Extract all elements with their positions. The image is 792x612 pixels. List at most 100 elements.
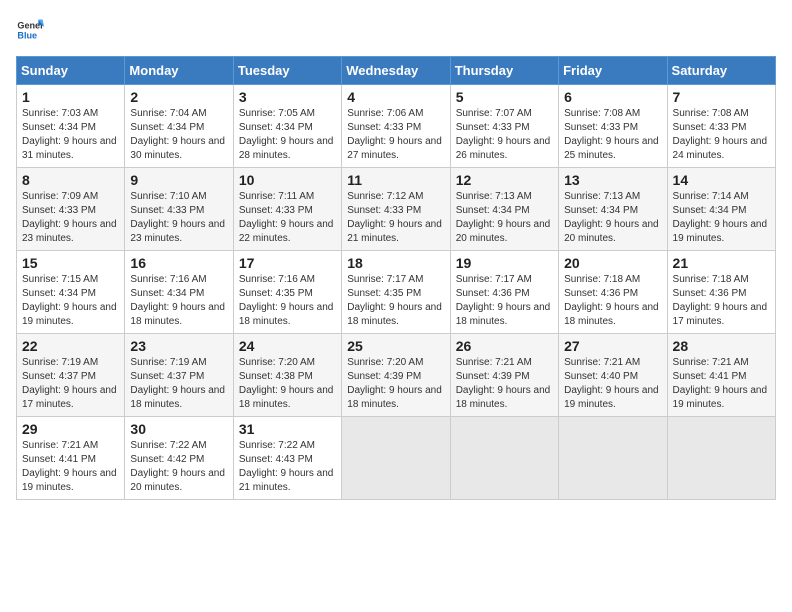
day-number: 26 (456, 338, 553, 354)
day-info: Sunrise: 7:22 AMSunset: 4:43 PMDaylight:… (239, 440, 334, 493)
calendar-cell (667, 417, 775, 500)
calendar-cell (559, 417, 667, 500)
calendar-cell: 4 Sunrise: 7:06 AMSunset: 4:33 PMDayligh… (342, 85, 450, 168)
calendar-cell: 7 Sunrise: 7:08 AMSunset: 4:33 PMDayligh… (667, 85, 775, 168)
day-number: 8 (22, 172, 119, 188)
calendar-week-row: 29 Sunrise: 7:21 AMSunset: 4:41 PMDaylig… (17, 417, 776, 500)
calendar-cell: 14 Sunrise: 7:14 AMSunset: 4:34 PMDaylig… (667, 168, 775, 251)
calendar-week-row: 15 Sunrise: 7:15 AMSunset: 4:34 PMDaylig… (17, 251, 776, 334)
header: General Blue (16, 16, 776, 44)
day-info: Sunrise: 7:20 AMSunset: 4:39 PMDaylight:… (347, 357, 442, 410)
weekday-header-row: SundayMondayTuesdayWednesdayThursdayFrid… (17, 57, 776, 85)
day-number: 15 (22, 255, 119, 271)
day-number: 25 (347, 338, 444, 354)
calendar-week-row: 1 Sunrise: 7:03 AMSunset: 4:34 PMDayligh… (17, 85, 776, 168)
calendar-cell: 26 Sunrise: 7:21 AMSunset: 4:39 PMDaylig… (450, 334, 558, 417)
calendar-cell: 2 Sunrise: 7:04 AMSunset: 4:34 PMDayligh… (125, 85, 233, 168)
weekday-header-thursday: Thursday (450, 57, 558, 85)
day-number: 18 (347, 255, 444, 271)
day-info: Sunrise: 7:19 AMSunset: 4:37 PMDaylight:… (22, 357, 117, 410)
day-number: 2 (130, 89, 227, 105)
day-info: Sunrise: 7:14 AMSunset: 4:34 PMDaylight:… (673, 191, 768, 244)
calendar-cell: 18 Sunrise: 7:17 AMSunset: 4:35 PMDaylig… (342, 251, 450, 334)
weekday-header-tuesday: Tuesday (233, 57, 341, 85)
calendar-cell: 24 Sunrise: 7:20 AMSunset: 4:38 PMDaylig… (233, 334, 341, 417)
day-number: 24 (239, 338, 336, 354)
calendar-cell: 21 Sunrise: 7:18 AMSunset: 4:36 PMDaylig… (667, 251, 775, 334)
logo: General Blue (16, 16, 44, 44)
day-number: 28 (673, 338, 770, 354)
day-info: Sunrise: 7:13 AMSunset: 4:34 PMDaylight:… (564, 191, 659, 244)
calendar-cell: 19 Sunrise: 7:17 AMSunset: 4:36 PMDaylig… (450, 251, 558, 334)
day-info: Sunrise: 7:16 AMSunset: 4:35 PMDaylight:… (239, 274, 334, 327)
calendar-cell: 15 Sunrise: 7:15 AMSunset: 4:34 PMDaylig… (17, 251, 125, 334)
day-info: Sunrise: 7:20 AMSunset: 4:38 PMDaylight:… (239, 357, 334, 410)
day-number: 27 (564, 338, 661, 354)
calendar-table: SundayMondayTuesdayWednesdayThursdayFrid… (16, 56, 776, 500)
day-number: 7 (673, 89, 770, 105)
day-info: Sunrise: 7:11 AMSunset: 4:33 PMDaylight:… (239, 191, 334, 244)
day-number: 16 (130, 255, 227, 271)
day-number: 9 (130, 172, 227, 188)
day-number: 13 (564, 172, 661, 188)
day-info: Sunrise: 7:10 AMSunset: 4:33 PMDaylight:… (130, 191, 225, 244)
day-info: Sunrise: 7:21 AMSunset: 4:39 PMDaylight:… (456, 357, 551, 410)
calendar-cell: 3 Sunrise: 7:05 AMSunset: 4:34 PMDayligh… (233, 85, 341, 168)
day-info: Sunrise: 7:21 AMSunset: 4:41 PMDaylight:… (22, 440, 117, 493)
calendar-cell: 29 Sunrise: 7:21 AMSunset: 4:41 PMDaylig… (17, 417, 125, 500)
day-number: 3 (239, 89, 336, 105)
calendar-cell: 12 Sunrise: 7:13 AMSunset: 4:34 PMDaylig… (450, 168, 558, 251)
calendar-cell: 16 Sunrise: 7:16 AMSunset: 4:34 PMDaylig… (125, 251, 233, 334)
calendar-cell: 8 Sunrise: 7:09 AMSunset: 4:33 PMDayligh… (17, 168, 125, 251)
calendar-cell: 9 Sunrise: 7:10 AMSunset: 4:33 PMDayligh… (125, 168, 233, 251)
calendar-cell: 22 Sunrise: 7:19 AMSunset: 4:37 PMDaylig… (17, 334, 125, 417)
calendar-cell: 25 Sunrise: 7:20 AMSunset: 4:39 PMDaylig… (342, 334, 450, 417)
calendar-body: 1 Sunrise: 7:03 AMSunset: 4:34 PMDayligh… (17, 85, 776, 500)
day-info: Sunrise: 7:03 AMSunset: 4:34 PMDaylight:… (22, 108, 117, 161)
calendar-week-row: 8 Sunrise: 7:09 AMSunset: 4:33 PMDayligh… (17, 168, 776, 251)
day-info: Sunrise: 7:18 AMSunset: 4:36 PMDaylight:… (564, 274, 659, 327)
weekday-header-wednesday: Wednesday (342, 57, 450, 85)
weekday-header-friday: Friday (559, 57, 667, 85)
calendar-cell: 17 Sunrise: 7:16 AMSunset: 4:35 PMDaylig… (233, 251, 341, 334)
calendar-cell: 31 Sunrise: 7:22 AMSunset: 4:43 PMDaylig… (233, 417, 341, 500)
day-number: 1 (22, 89, 119, 105)
calendar-cell (450, 417, 558, 500)
day-number: 31 (239, 421, 336, 437)
day-info: Sunrise: 7:06 AMSunset: 4:33 PMDaylight:… (347, 108, 442, 161)
day-info: Sunrise: 7:15 AMSunset: 4:34 PMDaylight:… (22, 274, 117, 327)
day-number: 23 (130, 338, 227, 354)
day-number: 4 (347, 89, 444, 105)
day-info: Sunrise: 7:21 AMSunset: 4:40 PMDaylight:… (564, 357, 659, 410)
calendar-week-row: 22 Sunrise: 7:19 AMSunset: 4:37 PMDaylig… (17, 334, 776, 417)
day-number: 30 (130, 421, 227, 437)
day-info: Sunrise: 7:12 AMSunset: 4:33 PMDaylight:… (347, 191, 442, 244)
day-info: Sunrise: 7:22 AMSunset: 4:42 PMDaylight:… (130, 440, 225, 493)
day-number: 19 (456, 255, 553, 271)
day-number: 17 (239, 255, 336, 271)
day-info: Sunrise: 7:09 AMSunset: 4:33 PMDaylight:… (22, 191, 117, 244)
day-info: Sunrise: 7:13 AMSunset: 4:34 PMDaylight:… (456, 191, 551, 244)
calendar-cell: 6 Sunrise: 7:08 AMSunset: 4:33 PMDayligh… (559, 85, 667, 168)
calendar-cell: 20 Sunrise: 7:18 AMSunset: 4:36 PMDaylig… (559, 251, 667, 334)
day-info: Sunrise: 7:16 AMSunset: 4:34 PMDaylight:… (130, 274, 225, 327)
calendar-cell: 13 Sunrise: 7:13 AMSunset: 4:34 PMDaylig… (559, 168, 667, 251)
calendar-cell: 28 Sunrise: 7:21 AMSunset: 4:41 PMDaylig… (667, 334, 775, 417)
logo-icon: General Blue (16, 16, 44, 44)
day-info: Sunrise: 7:18 AMSunset: 4:36 PMDaylight:… (673, 274, 768, 327)
day-info: Sunrise: 7:04 AMSunset: 4:34 PMDaylight:… (130, 108, 225, 161)
calendar-cell: 30 Sunrise: 7:22 AMSunset: 4:42 PMDaylig… (125, 417, 233, 500)
svg-text:Blue: Blue (17, 30, 37, 40)
day-number: 21 (673, 255, 770, 271)
day-info: Sunrise: 7:07 AMSunset: 4:33 PMDaylight:… (456, 108, 551, 161)
day-info: Sunrise: 7:08 AMSunset: 4:33 PMDaylight:… (673, 108, 768, 161)
calendar-cell (342, 417, 450, 500)
day-info: Sunrise: 7:17 AMSunset: 4:35 PMDaylight:… (347, 274, 442, 327)
calendar-cell: 23 Sunrise: 7:19 AMSunset: 4:37 PMDaylig… (125, 334, 233, 417)
day-number: 22 (22, 338, 119, 354)
weekday-header-sunday: Sunday (17, 57, 125, 85)
calendar-cell: 10 Sunrise: 7:11 AMSunset: 4:33 PMDaylig… (233, 168, 341, 251)
day-info: Sunrise: 7:17 AMSunset: 4:36 PMDaylight:… (456, 274, 551, 327)
day-number: 5 (456, 89, 553, 105)
day-info: Sunrise: 7:08 AMSunset: 4:33 PMDaylight:… (564, 108, 659, 161)
